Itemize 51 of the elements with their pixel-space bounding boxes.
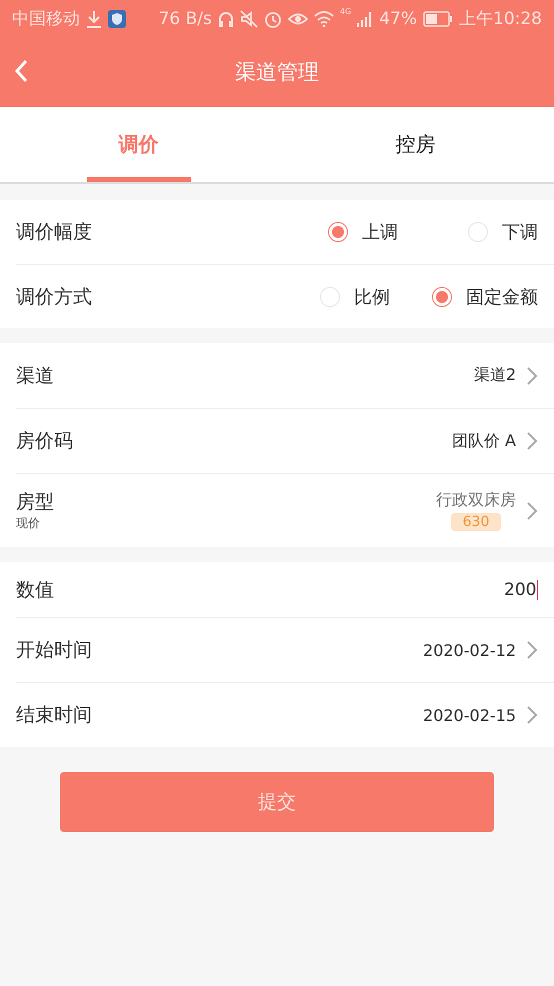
radio-option[interactable]: 固定金额 [432, 284, 538, 308]
field-value: 2020-02-15 [423, 706, 516, 724]
field-label: 渠道 [16, 364, 54, 388]
select-control[interactable]: 团队价 A [452, 430, 538, 452]
field-label: 数值 [16, 578, 54, 602]
eye-icon [288, 10, 308, 26]
field-value: 行政双床房 [436, 490, 516, 511]
select-control[interactable]: 行政双床房 630 [436, 490, 538, 531]
network-type: 4G [340, 7, 352, 16]
field-label: 房型 [16, 490, 54, 515]
select-control[interactable]: 2020-02-15 [423, 705, 538, 725]
chevron-right-icon [526, 705, 538, 725]
field-label: 房价码 [16, 429, 73, 454]
alarm-icon [264, 10, 282, 28]
back-icon [14, 59, 28, 83]
option-label: 固定金额 [466, 286, 538, 308]
tab[interactable]: 控房 [277, 107, 554, 182]
chevron-right-icon [526, 431, 538, 451]
download-icon [86, 10, 102, 28]
field-sublabel: 现价 [16, 515, 41, 532]
radio-option[interactable]: 下调 [468, 220, 538, 244]
field-value: 渠道2 [474, 365, 516, 386]
field-value: 2020-02-12 [423, 640, 516, 660]
option-label: 比例 [354, 286, 390, 308]
price-badge: 630 [450, 513, 502, 531]
signal-icon [357, 10, 374, 28]
field-label: 开始时间 [16, 638, 92, 663]
carrier-text: 中国移动 [12, 8, 80, 30]
page-title: 渠道管理 [235, 59, 319, 86]
field-label: 调价幅度 [16, 220, 92, 245]
field-value: 团队价 A [452, 430, 516, 452]
wifi-icon [314, 10, 334, 26]
chevron-right-icon [526, 366, 538, 386]
radio-option[interactable]: 上调 [328, 220, 398, 244]
chevron-right-icon [526, 500, 538, 520]
headphones-icon [218, 10, 234, 28]
clock-time: 上午10:28 [459, 8, 542, 30]
chevron-right-icon [526, 640, 538, 660]
battery-icon [423, 10, 453, 26]
muted-speaker-icon [240, 10, 258, 28]
radio-option[interactable]: 比例 [320, 284, 390, 308]
select-control[interactable]: 2020-02-12 [423, 640, 538, 660]
option-label: 下调 [502, 221, 538, 244]
input-field[interactable]: 200 [504, 580, 538, 600]
field-label: 结束时间 [16, 703, 92, 728]
select-control[interactable]: 渠道2 [474, 365, 538, 386]
network-speed: 76 B/s [158, 8, 212, 28]
shield-icon [108, 10, 126, 28]
option-label: 上调 [362, 221, 398, 244]
field-label: 调价方式 [16, 284, 92, 310]
battery-percent: 47% [379, 8, 417, 28]
